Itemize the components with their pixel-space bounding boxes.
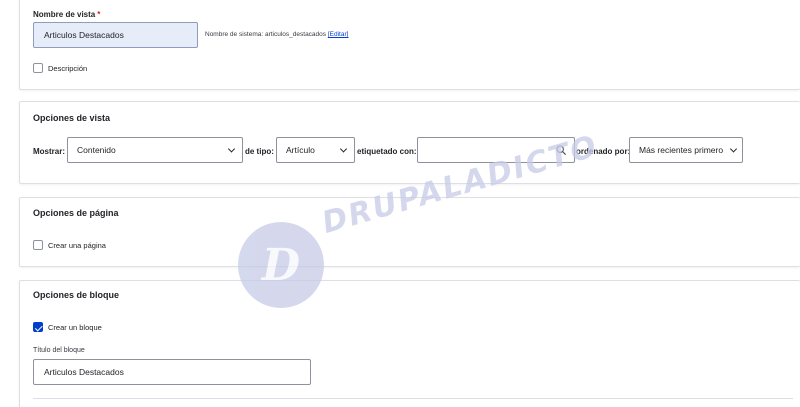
create-block-label: Crear un bloque: [48, 323, 102, 332]
block-options-section: Opciones de bloque Crear un bloque Títul…: [19, 280, 800, 407]
sort-select[interactable]: Más recientes primero: [629, 137, 743, 163]
system-name-text: Nombre de sistema: articulos_destacados: [205, 31, 327, 38]
view-name-input-value: Articulos Destacados: [44, 30, 124, 40]
description-label: Descripción: [48, 64, 88, 73]
show-select-value: Contenido: [77, 145, 116, 155]
block-title-input[interactable]: Articulos Destacados: [33, 359, 311, 385]
view-options-title: Opciones de vista: [33, 113, 111, 123]
type-select-value: Artículo: [286, 145, 315, 155]
chevron-down-icon: [339, 145, 348, 153]
system-name: Nombre de sistema: articulos_destacados …: [205, 31, 348, 38]
chevron-down-icon: [729, 145, 738, 153]
block-title-label: Título del bloque: [33, 347, 85, 354]
view-name-section: Nombre de vista * Articulos Destacados No…: [19, 0, 800, 90]
type-label: de tipo:: [245, 147, 274, 156]
tagged-label: etiquetado con:: [357, 147, 417, 156]
edit-system-name-link[interactable]: [Editar]: [328, 31, 349, 38]
chevron-down-icon: [227, 145, 236, 153]
create-block-checkbox[interactable]: [33, 322, 43, 332]
block-options-title: Opciones de bloque: [33, 290, 120, 300]
section-divider: [33, 398, 793, 399]
description-checkbox[interactable]: [33, 63, 43, 73]
required-mark: *: [97, 10, 101, 19]
view-name-label: Nombre de vista *: [33, 10, 101, 19]
type-select[interactable]: Artículo: [276, 137, 355, 163]
show-label: Mostrar:: [33, 147, 66, 156]
sort-select-value: Más recientes primero: [639, 145, 724, 155]
show-select[interactable]: Contenido: [67, 137, 243, 163]
page-options-title: Opciones de página: [33, 208, 119, 218]
block-title-input-value: Articulos Destacados: [44, 367, 124, 377]
create-page-checkbox[interactable]: [33, 240, 43, 250]
watermark-logo-icon: D: [238, 222, 324, 308]
view-name-input[interactable]: Articulos Destacados: [33, 22, 198, 48]
view-options-section: Opciones de vista Mostrar: Contenido de …: [19, 101, 800, 184]
create-page-label: Crear una página: [48, 241, 106, 250]
watermark-letter: D: [261, 239, 301, 291]
